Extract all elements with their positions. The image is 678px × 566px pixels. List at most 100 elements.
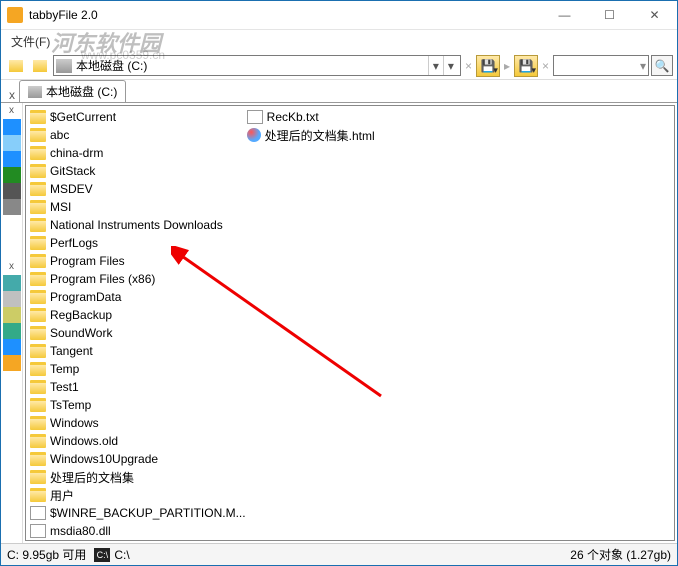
- file-item[interactable]: National Instruments Downloads: [30, 216, 237, 234]
- toolbar-btn-1[interactable]: [5, 55, 27, 77]
- statusbar: C: 9.95gb 可用 C:\ C:\ 26 个对象 (1.27gb): [1, 543, 677, 565]
- file-item[interactable]: abc: [30, 126, 237, 144]
- sidebar-icon-1[interactable]: [3, 291, 21, 307]
- file-item[interactable]: $GetCurrent: [30, 108, 237, 126]
- search-dropdown-icon[interactable]: ▾: [640, 59, 646, 73]
- file-name: MSI: [50, 200, 71, 214]
- file-item[interactable]: Program Files (x86): [30, 270, 237, 288]
- minimize-button[interactable]: —: [542, 1, 587, 30]
- path-dropdown-2[interactable]: ▾: [443, 56, 458, 75]
- file-item[interactable]: RegBackup: [30, 306, 237, 324]
- toolbar-btn-2[interactable]: [29, 55, 51, 77]
- tab-drive-c[interactable]: 本地磁盘 (C:): [19, 80, 126, 102]
- file-name: SoundWork: [50, 326, 112, 340]
- file-item[interactable]: PerfLogs: [30, 234, 237, 252]
- file-item[interactable]: Windows: [30, 414, 237, 432]
- file-item[interactable]: 用户: [30, 486, 237, 504]
- file-item[interactable]: 处理后的文档集.html: [247, 126, 454, 144]
- sidebar-icon-5[interactable]: [3, 355, 21, 371]
- sidebar-icon-3[interactable]: [3, 167, 21, 183]
- folder-icon: [30, 344, 46, 358]
- maximize-button[interactable]: ☐: [587, 1, 632, 30]
- file-item[interactable]: TsTemp: [30, 396, 237, 414]
- file-item[interactable]: Program Files: [30, 252, 237, 270]
- status-prompt[interactable]: C:\ C:\: [94, 548, 129, 562]
- file-item[interactable]: Windows.old: [30, 432, 237, 450]
- file-name: PerfLogs: [50, 236, 98, 250]
- folder-icon: [30, 470, 46, 484]
- file-item[interactable]: ProgramData: [30, 288, 237, 306]
- menu-file[interactable]: 文件(F): [5, 31, 56, 52]
- folder-icon: [30, 236, 46, 250]
- folder-icon: [30, 416, 46, 430]
- path-text: 本地磁盘 (C:): [76, 57, 147, 74]
- file-name: TsTemp: [50, 398, 91, 412]
- save-button-1[interactable]: 💾▾: [476, 55, 500, 77]
- folder-icon: [30, 398, 46, 412]
- folder-icon: [30, 380, 46, 394]
- file-item[interactable]: china-drm: [30, 144, 237, 162]
- file-item[interactable]: 处理后的文档集: [30, 468, 237, 486]
- file-item[interactable]: GitStack: [30, 162, 237, 180]
- file-item[interactable]: Tangent: [30, 342, 237, 360]
- tab-close-all[interactable]: x: [5, 88, 19, 102]
- cmd-icon: C:\: [94, 548, 110, 562]
- file-name: Tangent: [50, 344, 93, 358]
- save-button-2[interactable]: 💾▾: [514, 55, 538, 77]
- file-item[interactable]: $WINRE_BACKUP_PARTITION.M...: [30, 504, 237, 522]
- file-list: $GetCurrent abcchina-drmGitStackMSDEV MSI N…: [26, 106, 674, 541]
- sidebar-icon-2[interactable]: [3, 307, 21, 323]
- file-name: $GetCurrent: [50, 110, 116, 124]
- separator-icon: ▸: [502, 59, 512, 73]
- folder-icon: [30, 164, 46, 178]
- sidebar-icon-1[interactable]: [3, 135, 21, 151]
- sidebar-icon-5[interactable]: [3, 199, 21, 215]
- file-name: RegBackup: [50, 308, 112, 322]
- sidebar-icon-4[interactable]: [3, 183, 21, 199]
- file-name: ProgramData: [50, 290, 121, 304]
- sidebar-icon-0[interactable]: [3, 275, 21, 291]
- body-area: x x $GetCurrent abcchina-drmGitStackMSDEV…: [1, 102, 677, 543]
- file-name: National Instruments Downloads: [50, 218, 223, 232]
- file-item[interactable]: Windows10Upgrade: [30, 450, 237, 468]
- file-item[interactable]: MSDEV: [30, 180, 237, 198]
- path-dropdown-1[interactable]: ▾: [428, 56, 443, 75]
- status-free-space: C: 9.95gb 可用: [7, 546, 86, 563]
- file-name: RecKb.txt: [267, 110, 319, 124]
- sidebar-icon-3[interactable]: [3, 323, 21, 339]
- search-button[interactable]: 🔍: [651, 55, 673, 76]
- status-object-count: 26 个对象 (1.27gb): [570, 546, 671, 563]
- file-name: Windows.old: [50, 434, 118, 448]
- sidebar-icon-0[interactable]: [3, 119, 21, 135]
- file-name: Program Files: [50, 254, 125, 268]
- file-name: Windows10Upgrade: [50, 452, 158, 466]
- sidebar-close-icon[interactable]: x: [9, 105, 14, 116]
- file-item[interactable]: Test1: [30, 378, 237, 396]
- folder-icon: [30, 272, 46, 286]
- file-pane[interactable]: $GetCurrent abcchina-drmGitStackMSDEV MSI N…: [25, 105, 675, 541]
- sidebar-close-icon-2[interactable]: x: [9, 261, 14, 272]
- path-carets: ▾ ▾: [428, 56, 458, 75]
- folder-icon: [30, 200, 46, 214]
- folder-icon: [30, 488, 46, 502]
- sidebar-icon-4[interactable]: [3, 339, 21, 355]
- file-item[interactable]: RecKb.txt: [247, 108, 454, 126]
- folder-icon: [30, 182, 46, 196]
- folder-icon: [30, 362, 46, 376]
- folder-icon: [30, 218, 46, 232]
- titlebar: tabbyFile 2.0 — ☐ ✕: [1, 1, 677, 30]
- close-button[interactable]: ✕: [632, 1, 677, 30]
- folder-icon: [30, 110, 46, 124]
- sidebar-icon-2[interactable]: [3, 151, 21, 167]
- file-item[interactable]: SoundWork: [30, 324, 237, 342]
- file-item[interactable]: msdia80.dll: [30, 522, 237, 540]
- file-icon: [30, 524, 46, 538]
- file-item[interactable]: Temp: [30, 360, 237, 378]
- file-item[interactable]: MSI: [30, 198, 237, 216]
- window-title: tabbyFile 2.0: [29, 8, 542, 22]
- folder-icon: [30, 434, 46, 448]
- folder-icon: [30, 326, 46, 340]
- path-combo[interactable]: 本地磁盘 (C:) ▾ ▾: [53, 55, 461, 76]
- search-input[interactable]: ▾: [553, 55, 649, 76]
- drive-icon: [56, 59, 72, 73]
